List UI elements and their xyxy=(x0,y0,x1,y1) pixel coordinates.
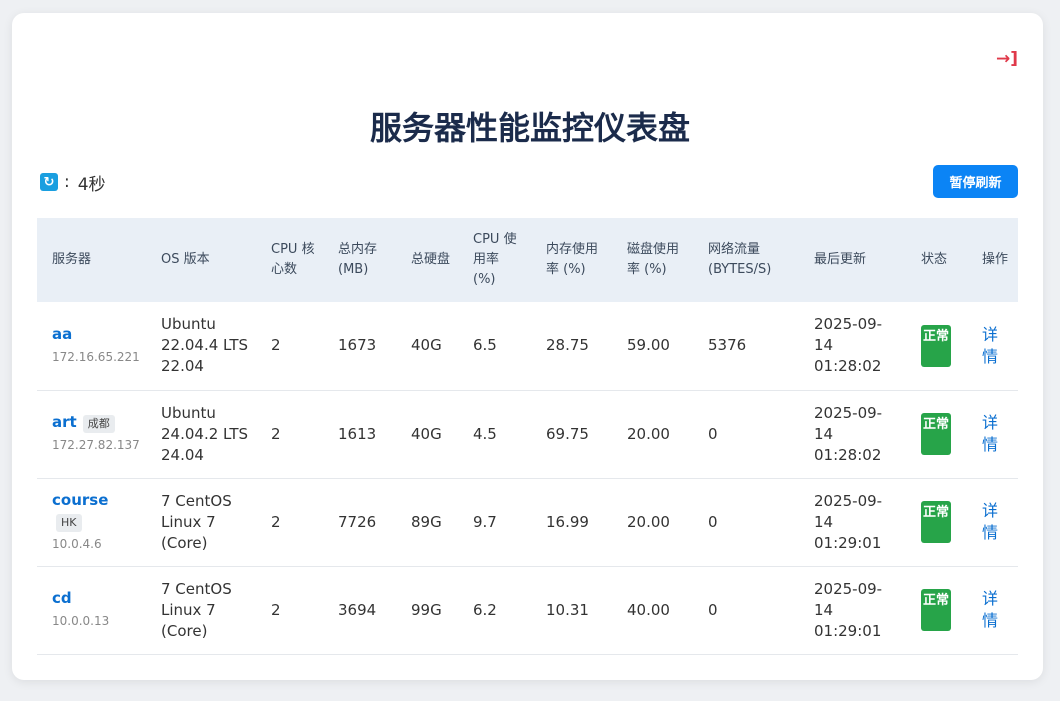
server-table: 服务器 OS 版本 CPU 核心数 总内存 (MB) 总硬盘 CPU 使用率 (… xyxy=(37,218,1018,655)
detail-link[interactable]: 详情 xyxy=(982,501,998,542)
status-badge: 正常 xyxy=(921,413,951,455)
table-row: aa 172.16.65.221 Ubuntu 22.04.4 LTS 22.0… xyxy=(37,302,1018,390)
mem-usage-cell: 28.75 xyxy=(546,336,589,355)
table-header-row: 服务器 OS 版本 CPU 核心数 总内存 (MB) 总硬盘 CPU 使用率 (… xyxy=(37,218,1018,302)
server-ip: 172.27.82.137 xyxy=(52,438,140,452)
updated-cell: 2025-09-14 01:29:01 xyxy=(814,579,883,640)
os-cell: Ubuntu 24.04.2 LTS 24.04 xyxy=(161,403,248,464)
mem-cell: 7726 xyxy=(338,512,377,531)
status-cell: 正常 xyxy=(906,302,967,390)
region-tag: HK xyxy=(56,513,82,532)
pause-refresh-button[interactable]: 暂停刷新 xyxy=(933,165,1018,198)
table-row: cd 10.0.0.13 7 CentOS Linux 7 (Core) 2 3… xyxy=(37,566,1018,654)
disk-cell: 89G xyxy=(411,512,442,531)
net-cell: 0 xyxy=(708,512,718,531)
mem-usage-cell: 69.75 xyxy=(546,424,589,443)
server-name-link[interactable]: course xyxy=(52,491,108,509)
col-disk-total: 总硬盘 xyxy=(411,252,451,267)
mem-usage-cell: 10.31 xyxy=(546,600,589,619)
col-status: 状态 xyxy=(921,252,948,267)
server-ip: 10.0.0.13 xyxy=(52,614,110,628)
refresh-separator: : xyxy=(64,172,70,192)
server-name-link[interactable]: aa xyxy=(52,325,72,343)
cpu-usage-cell: 9.7 xyxy=(473,512,497,531)
disk-cell: 40G xyxy=(411,424,442,443)
server-name-link[interactable]: cd xyxy=(52,589,72,607)
cores-cell: 2 xyxy=(271,424,281,443)
col-net: 网络流量 (BYTES/S) xyxy=(708,242,772,277)
table-row: art 成都 172.27.82.137 Ubuntu 24.04.2 LTS 2… xyxy=(37,390,1018,478)
detail-link[interactable]: 详情 xyxy=(982,325,998,366)
action-cell: 详情 xyxy=(967,390,1018,478)
mem-cell: 1613 xyxy=(338,424,377,443)
net-cell: 5376 xyxy=(708,336,747,355)
cpu-usage-cell: 6.5 xyxy=(473,336,497,355)
server-name-link[interactable]: art xyxy=(52,413,77,431)
disk-cell: 99G xyxy=(411,600,442,619)
disk-usage-cell: 20.00 xyxy=(627,424,670,443)
server-cell: cd 10.0.0.13 xyxy=(37,566,146,654)
status-cell: 正常 xyxy=(906,390,967,478)
col-cpu-usage: CPU 使用率 (%) xyxy=(473,232,517,287)
cpu-usage-cell: 6.2 xyxy=(473,600,497,619)
col-action: 操作 xyxy=(982,252,1009,267)
action-cell: 详情 xyxy=(967,302,1018,390)
disk-usage-cell: 20.00 xyxy=(627,512,670,531)
refresh-info: ↻ : 4秒 xyxy=(40,171,106,195)
action-cell: 详情 xyxy=(967,566,1018,654)
updated-cell: 2025-09-14 01:28:02 xyxy=(814,403,883,464)
net-cell: 0 xyxy=(708,424,718,443)
cores-cell: 2 xyxy=(271,512,281,531)
mem-cell: 3694 xyxy=(338,600,377,619)
col-mem-total: 总内存 (MB) xyxy=(338,242,378,277)
status-badge: 正常 xyxy=(921,501,951,543)
status-cell: 正常 xyxy=(906,566,967,654)
col-server: 服务器 xyxy=(52,252,92,267)
refresh-interval: 4秒 xyxy=(77,174,106,195)
status-badge: 正常 xyxy=(921,324,951,367)
table-row: course HK 10.0.4.6 7 CentOS Linux 7 (Cor… xyxy=(37,478,1018,566)
os-cell: Ubuntu 22.04.4 LTS 22.04 xyxy=(161,315,248,376)
server-cell: art 成都 172.27.82.137 xyxy=(37,390,146,478)
col-cpu-cores: CPU 核心数 xyxy=(271,242,315,277)
col-mem-usage: 内存使用率 (%) xyxy=(546,242,599,277)
cores-cell: 2 xyxy=(271,336,281,355)
net-cell: 0 xyxy=(708,600,718,619)
updated-cell: 2025-09-14 01:29:01 xyxy=(814,491,883,552)
col-disk-usage: 磁盘使用率 (%) xyxy=(627,242,680,277)
region-tag: 成都 xyxy=(82,415,115,433)
refresh-icon: ↻ xyxy=(40,173,58,191)
server-ip: 172.16.65.221 xyxy=(52,349,140,364)
os-cell: 7 CentOS Linux 7 (Core) xyxy=(161,579,232,640)
logout-icon[interactable]: →] xyxy=(996,49,1018,69)
action-cell: 详情 xyxy=(967,478,1018,566)
cpu-usage-cell: 4.5 xyxy=(473,424,497,443)
mem-cell: 1673 xyxy=(338,336,377,355)
server-cell: aa 172.16.65.221 xyxy=(37,302,146,390)
detail-link[interactable]: 详情 xyxy=(982,413,998,454)
updated-cell: 2025-09-14 01:28:02 xyxy=(814,315,883,376)
detail-link[interactable]: 详情 xyxy=(982,589,998,630)
server-cell: course HK 10.0.4.6 xyxy=(37,478,146,566)
col-updated: 最后更新 xyxy=(814,252,867,267)
os-cell: 7 CentOS Linux 7 (Core) xyxy=(161,491,232,552)
disk-usage-cell: 40.00 xyxy=(627,600,670,619)
disk-usage-cell: 59.00 xyxy=(627,336,670,355)
status-badge: 正常 xyxy=(921,589,951,631)
page-title: 服务器性能监控仪表盘 xyxy=(369,109,690,147)
cores-cell: 2 xyxy=(271,600,281,619)
server-ip: 10.0.4.6 xyxy=(52,536,102,551)
status-cell: 正常 xyxy=(906,478,967,566)
disk-cell: 40G xyxy=(411,336,442,355)
col-os: OS 版本 xyxy=(161,252,210,267)
mem-usage-cell: 16.99 xyxy=(546,512,589,531)
